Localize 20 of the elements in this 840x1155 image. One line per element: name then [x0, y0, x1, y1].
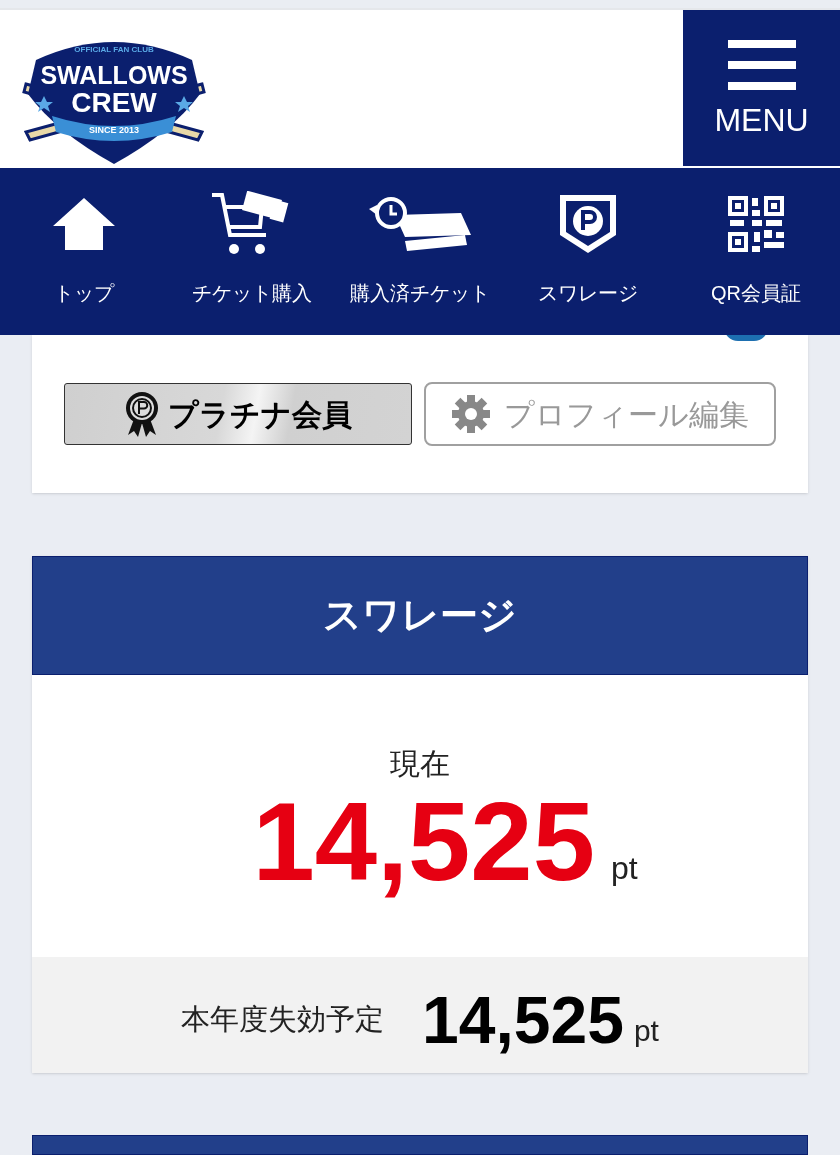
points-unit: pt	[610, 849, 638, 888]
nav-item[interactable]: QR会員証	[672, 188, 840, 308]
qr-code-icon	[728, 196, 784, 252]
current-points: 14,525	[252, 786, 595, 898]
nav-item[interactable]: 購入済チケット	[336, 188, 504, 308]
settings-icon	[451, 395, 490, 433]
expiring-label: 本年度失効予定	[181, 1002, 385, 1038]
menu-button[interactable]: MENU	[683, 10, 840, 166]
nav-item[interactable]: スワレージ	[504, 188, 672, 308]
rank-badge: プラチナ会員	[64, 383, 412, 445]
nav-item[interactable]: トップ	[0, 188, 168, 308]
expiring-points: 14,525	[422, 987, 624, 1053]
section-title: スワレージ	[323, 593, 517, 638]
menu-icon	[727, 40, 796, 90]
award-ribbon-icon	[124, 391, 160, 437]
nav-item[interactable]: チケット購入	[168, 188, 336, 308]
home-icon	[51, 196, 117, 252]
points-icon	[558, 193, 618, 255]
current-label: 現在	[390, 746, 450, 782]
points-unit: pt	[633, 1013, 659, 1049]
